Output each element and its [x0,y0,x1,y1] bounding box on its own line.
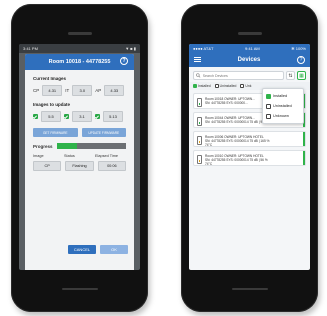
ap-value: 4.33 [104,85,125,96]
update-firmware-button[interactable]: UPDATE FIRMWARE [81,128,126,137]
dropdown-item-installed[interactable]: Installed [263,91,303,101]
cp-label: CP [33,88,40,93]
filter-dropdown: Installed Uninstalled Unknown [262,88,304,124]
progress-fill [56,143,78,149]
search-icon [196,73,201,78]
device-icon [197,155,202,164]
ap-label: AP [95,88,102,93]
cell-elapsed: 00:06 [97,161,126,171]
status-bar: ●●●● AT&T 9:41 AM ✻ 100% [189,44,310,52]
progress-bar [56,143,126,149]
progress-row: Progress [25,137,134,149]
it-value: 3.0 [72,85,93,96]
list-item[interactable]: Room 10010 OWNER: UPTOWN HOTEL SN: 44778… [193,150,306,166]
search-input[interactable] [202,73,281,78]
update-value-3: 5.13 [103,111,123,122]
dropdown-item-uninstalled[interactable]: Uninstalled [263,101,303,111]
dialog-header: Room 10018 - 44778255 ? [25,54,134,70]
filter-unknown[interactable]: Unk [240,84,251,88]
update-value-1: 5.5 [41,111,61,122]
left-screen: 3:41 PM ▼ ■ ▮ Room 10018 - 44778255 ? Cu… [19,44,140,270]
hamburger-menu-icon[interactable] [194,57,201,62]
cp-value: 4.31 [42,85,63,96]
status-time: 9:41 AM [245,45,260,51]
right-screen: ●●●● AT&T 9:41 AM ✻ 100% Devices ? ⇅ ▦ [189,44,310,270]
current-images-row: CP 4.31 IT 3.0 AP 4.33 [25,81,134,96]
status-edge [303,132,305,146]
list-item[interactable]: Room 10006 OWNER: UPTOWN HOTEL SN: 44778… [193,131,306,147]
update-images-row: 5.5 3.1 5.13 [25,107,134,122]
status-bar: 3:41 PM ▼ ■ ▮ [19,44,140,53]
filter-uninstalled[interactable]: Uninstalled [214,84,236,88]
device-line3: 74°C [205,143,213,147]
firmware-buttons: GET FIRMWARE UPDATE FIRMWARE [25,122,134,137]
nav-bar: Devices ? [189,52,310,67]
update-value-2: 3.1 [72,111,92,122]
speaker-slot [237,32,262,35]
search-box[interactable] [193,71,284,80]
page-title: Devices [237,56,261,63]
filter-installed[interactable]: Installed [193,84,211,88]
header-image: Image [33,154,44,158]
device-icon [197,136,202,145]
header-elapsed: Elapsed Time [95,154,119,158]
get-firmware-button[interactable]: GET FIRMWARE [33,128,78,137]
left-phone: 3:41 PM ▼ ■ ▮ Room 10018 - 44778255 ? Cu… [11,4,148,312]
app-header: ●●●● AT&T 9:41 AM ✻ 100% Devices ? [189,44,310,67]
sort-icon[interactable]: ⇅ [286,71,295,80]
cell-image: CP [33,161,62,171]
check-icon[interactable] [33,114,38,119]
status-edge [303,151,305,165]
checkbox-icon [266,113,271,119]
check-icon[interactable] [64,114,69,119]
progress-label: Progress [33,143,53,149]
device-icon [197,98,202,107]
cell-status: Flashing [65,161,94,171]
firmware-dialog: Room 10018 - 44778255 ? Current Images C… [25,54,134,270]
filter-grid-icon[interactable]: ▦ [297,71,306,80]
dialog-title: Room 10018 - 44778255 [48,59,111,65]
home-indicator [61,288,98,290]
device-icon [197,117,202,126]
device-line3: 74°C [205,162,213,166]
speaker-slot [67,32,92,35]
status-time: 3:41 PM [23,46,38,51]
home-indicator [231,288,268,290]
help-icon[interactable]: ? [120,57,128,65]
table-row: CP Flashing 00:06 [25,158,134,171]
cancel-button[interactable]: CANCEL [68,245,96,254]
check-icon[interactable] [95,114,100,119]
status-icons: ▼ ■ ▮ [125,46,136,51]
search-row: ⇅ ▦ [189,67,310,82]
ok-button[interactable]: OK [100,245,128,254]
status-table-header: Image Status Elapsed Time [25,149,134,158]
checkbox-icon [266,103,271,109]
dropdown-item-unknown[interactable]: Unknown [263,111,303,121]
help-icon[interactable]: ? [297,55,305,64]
battery: ✻ 100% [291,45,306,51]
right-phone: ●●●● AT&T 9:41 AM ✻ 100% Devices ? ⇅ ▦ [181,4,318,312]
it-label: IT [65,88,70,93]
header-status: Status [64,154,75,158]
dialog-actions: CANCEL OK [68,245,128,254]
check-icon [266,93,271,99]
carrier: ●●●● AT&T [193,45,214,51]
